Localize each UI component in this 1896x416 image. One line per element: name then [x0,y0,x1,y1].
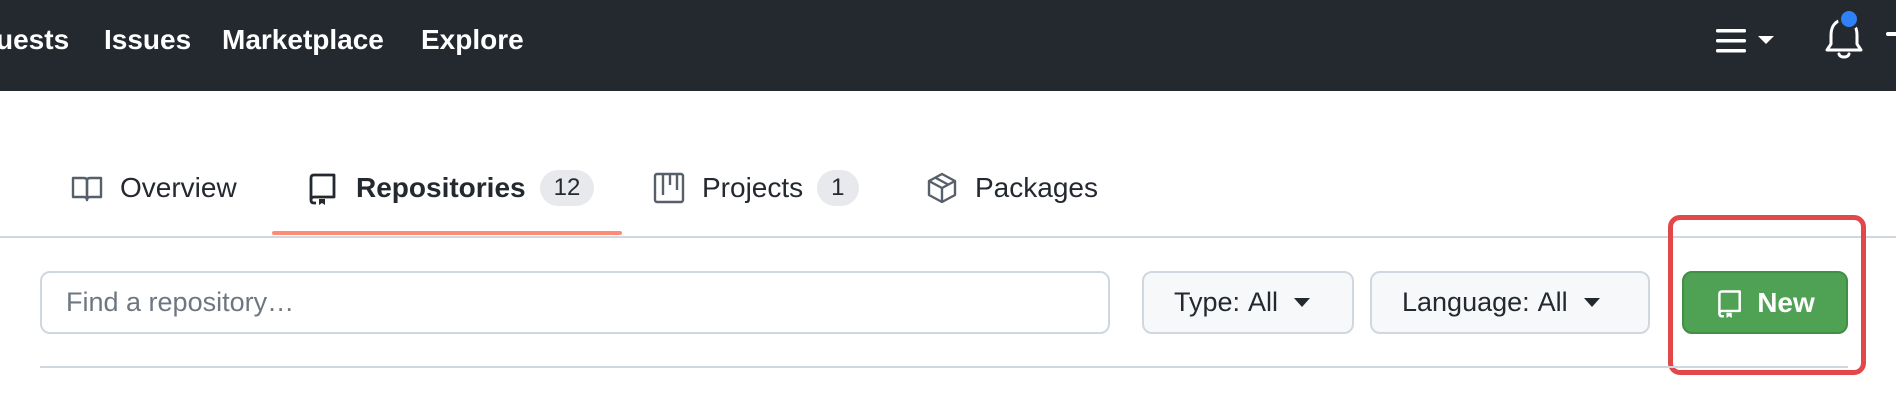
chevron-down-icon [1294,298,1311,307]
tab-packages[interactable]: Packages [925,166,1098,210]
repo-icon [306,171,340,205]
type-filter-value: All [1248,287,1279,317]
tab-overview-label: Overview [120,172,237,203]
new-button-label: New [1757,286,1815,318]
language-filter-value: All [1537,287,1568,317]
header-link-pull-requests[interactable]: uests [0,24,69,56]
hamburger-icon [1716,29,1774,53]
header-link-explore[interactable]: Explore [421,24,524,56]
tab-packages-label: Packages [975,172,1098,203]
header-link-marketplace[interactable]: Marketplace [222,24,384,56]
profile-tabs: Overview Repositories 12 Projects 1 Pack… [0,130,1896,238]
tab-overview[interactable]: Overview [70,166,237,210]
tab-repositories[interactable]: Repositories 12 [306,166,595,210]
tab-projects[interactable]: Projects 1 [652,166,859,210]
new-repository-button[interactable]: New [1682,271,1848,334]
book-icon [70,171,104,205]
chevron-down-icon [1583,298,1600,307]
tab-projects-label: Projects [702,172,804,203]
active-tab-underline [272,231,622,235]
header-link-issues[interactable]: Issues [104,24,191,56]
repo-icon [1715,288,1745,318]
list-divider [40,366,1848,368]
type-filter-dropdown[interactable]: Type: All [1142,271,1354,334]
menu-dropdown-button[interactable] [1716,27,1788,63]
language-filter-dropdown[interactable]: Language: All [1370,271,1650,334]
repositories-count-badge: 12 [539,170,595,206]
type-filter-label: Type: [1174,287,1241,317]
tab-repositories-label: Repositories [356,172,526,203]
projects-count-badge: 1 [817,170,859,206]
project-icon [652,171,686,205]
repository-search-input[interactable] [40,271,1110,334]
tabs-divider [0,236,1896,238]
global-header: uests Issues Marketplace Explore [0,0,1896,91]
language-filter-label: Language: [1402,287,1530,317]
package-icon [925,171,959,205]
create-new-icon[interactable] [1886,32,1896,36]
notification-indicator-dot [1838,8,1860,30]
